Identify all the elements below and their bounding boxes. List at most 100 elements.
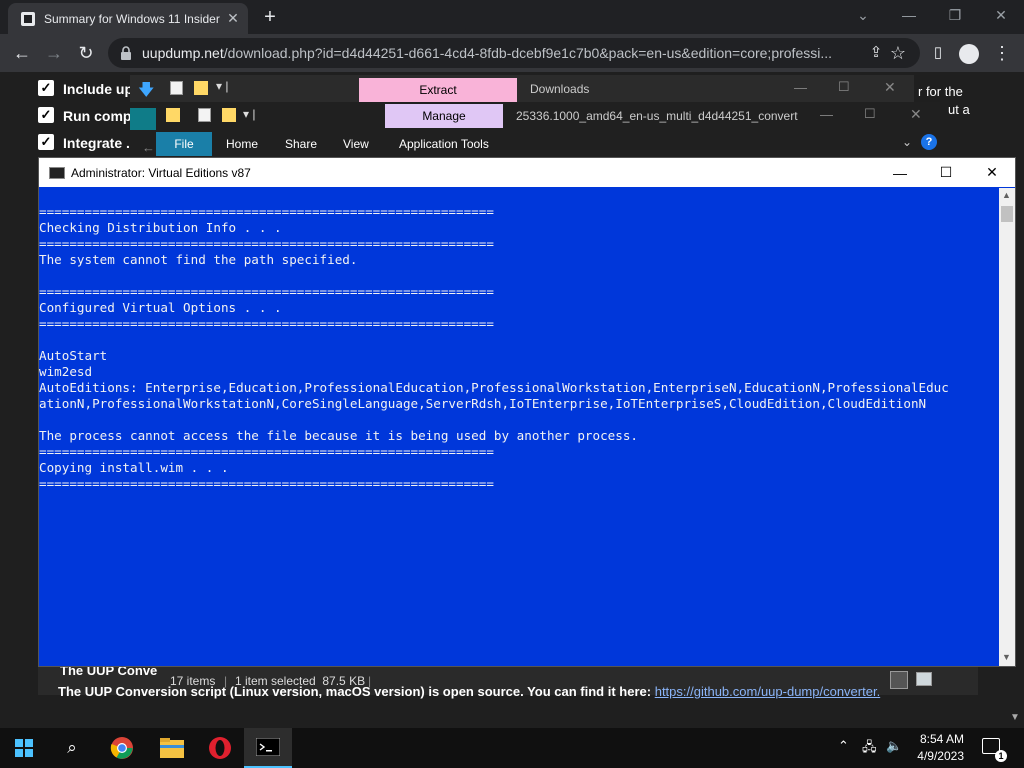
uupdump-favicon-icon [21, 11, 35, 26]
profile-avatar-icon[interactable] [959, 44, 979, 64]
file-explorer-taskbar-icon[interactable] [148, 728, 196, 768]
new-tab-button[interactable]: + [258, 5, 282, 29]
reload-icon[interactable]: ↻ [72, 39, 100, 67]
cmd-minimize-button[interactable]: — [877, 165, 923, 181]
back-arrow-icon[interactable]: ← [8, 39, 36, 67]
page-scroll-down-icon[interactable]: ▼ [1010, 712, 1020, 723]
page-text-fragment: ut a [948, 102, 970, 117]
explorer-window-downloads[interactable]: 🡇 ▾ | Extract Downloads — ☐ ✕ [130, 75, 914, 103]
system-clock[interactable]: 8:54 AM 4/9/2023 [912, 731, 964, 765]
console-line: ========================================… [39, 476, 494, 491]
minimize-button[interactable]: — [886, 0, 932, 30]
console-line: ========================================… [39, 444, 494, 459]
ribbon-tab-file[interactable]: File [156, 132, 212, 156]
scroll-down-icon[interactable]: ▼ [1002, 652, 1011, 662]
bookmark-star-icon[interactable]: ☆ [884, 39, 912, 67]
explorer-side-accent [130, 108, 156, 130]
new-folder-icon[interactable] [222, 108, 236, 122]
run-component-cleanup-label: Run compo [63, 108, 140, 124]
extract-contextual-tab[interactable]: Extract [359, 78, 517, 102]
close-window-button[interactable]: ✕ [978, 0, 1024, 30]
notification-count-badge: 1 [995, 750, 1007, 762]
cmd-app-icon [49, 166, 65, 179]
folder-icon [166, 108, 180, 122]
volume-icon[interactable]: 🔈 [886, 738, 902, 754]
console-line: Checking Distribution Info . . . [39, 220, 282, 235]
clock-date: 4/9/2023 [917, 749, 964, 763]
run-component-cleanup-checkbox[interactable]: ✓ [38, 107, 54, 123]
converter-github-link[interactable]: https://github.com/uup-dump/converter. [655, 684, 880, 699]
manage-tab-label: Manage [422, 109, 466, 123]
integrate-netfx-label: Integrate .N [63, 135, 141, 151]
lock-icon [121, 46, 131, 60]
include-updates-checkbox[interactable]: ✓ [38, 80, 54, 96]
properties-icon[interactable] [198, 108, 211, 122]
page-footer-text: The UUP Conversion script (Linux version… [58, 684, 880, 699]
console-line: Copying install.wim . . . [39, 460, 229, 475]
ribbon-tab-share[interactable]: Share [285, 137, 317, 151]
close-button[interactable]: ✕ [910, 106, 922, 123]
properties-icon[interactable] [170, 81, 183, 95]
console-line: AutoStart [39, 348, 108, 363]
cmd-close-button[interactable]: ✕ [969, 164, 1015, 181]
url-path: /download.php?id=d4d44251-d661-4cd4-8fdb… [223, 45, 833, 61]
search-icon[interactable]: ⌕ [48, 728, 96, 768]
restore-button[interactable]: ❐ [932, 0, 978, 30]
console-line: The process cannot access the file becau… [39, 428, 638, 443]
cmd-taskbar-icon[interactable] [244, 728, 292, 768]
ribbon-tab-home[interactable]: Home [226, 137, 258, 151]
network-icon[interactable]: 🖧 [862, 738, 877, 760]
scrollbar-thumb[interactable] [1001, 206, 1013, 222]
ribbon-tab-application-tools[interactable]: Application Tools [399, 137, 489, 151]
scroll-up-icon[interactable]: ▲ [1002, 190, 1011, 200]
console-output[interactable]: ========================================… [39, 188, 999, 666]
start-button[interactable] [0, 728, 48, 768]
chrome-logo-icon [110, 737, 133, 759]
browser-tab-strip: Summary for Windows 11 Insider ✕ + ⌄ — ❐… [0, 0, 1024, 34]
maximize-button[interactable]: ☐ [838, 79, 850, 95]
cmd-title: Administrator: Virtual Editions v87 [71, 165, 251, 180]
large-icons-view-icon[interactable] [916, 672, 932, 686]
cmd-maximize-button[interactable]: ☐ [923, 164, 969, 181]
side-panel-icon[interactable]: ▯ [924, 39, 952, 67]
console-line: Configured Virtual Options . . . [39, 300, 282, 315]
console-line: ========================================… [39, 284, 494, 299]
chrome-menu-icon[interactable]: ⋮ [988, 39, 1016, 67]
quick-access-dropdown-icon[interactable]: ▾ | [243, 107, 255, 121]
maximize-button[interactable]: ☐ [864, 106, 876, 122]
minimize-button[interactable]: — [820, 107, 833, 122]
tab-title: Summary for Windows 11 Insider [44, 11, 220, 26]
help-icon[interactable]: ? [921, 134, 937, 150]
windows-logo-icon [15, 739, 33, 757]
quick-access-dropdown-icon[interactable]: ▾ | [216, 79, 228, 93]
back-arrow-icon[interactable]: ← [142, 140, 155, 155]
show-hidden-icons-chevron-up-icon[interactable]: ⌃ [838, 738, 849, 754]
page-text-fragment: r for the [918, 84, 963, 99]
integrate-netfx-checkbox[interactable]: ✓ [38, 134, 54, 150]
opera-taskbar-icon[interactable] [196, 728, 244, 768]
browser-toolbar: ← → ↻ uupdump.net/download.php?id=d4d442… [0, 34, 1024, 72]
tab-close-icon[interactable]: ✕ [224, 10, 242, 27]
minimize-button[interactable]: — [794, 80, 807, 95]
close-button[interactable]: ✕ [884, 79, 896, 96]
console-scrollbar[interactable]: ▲ ▼ [999, 188, 1015, 666]
window-title-convert: 25336.1000_amd64_en-us_multi_d4d44251_co… [516, 109, 798, 123]
address-bar[interactable]: uupdump.net/download.php?id=d4d44251-d66… [108, 38, 920, 68]
cmd-window[interactable]: Administrator: Virtual Editions v87 — ☐ … [38, 157, 1016, 667]
taskbar: ⌕ ⌃ 🖧 🔈 8:54 AM 4/9/2023 1 [0, 728, 1024, 768]
manage-contextual-tab[interactable]: Manage [385, 104, 503, 128]
tab-search-chevron-down-icon[interactable]: ⌄ [840, 0, 886, 30]
new-folder-icon[interactable] [194, 81, 208, 95]
ribbon-tab-view[interactable]: View [343, 137, 369, 151]
ribbon-expand-chevron-icon[interactable]: ⌄ [902, 135, 912, 149]
details-view-icon[interactable] [890, 671, 908, 689]
explorer-window-convert[interactable]: ▾ | Manage 25336.1000_amd64_en-us_multi_… [130, 102, 940, 158]
forward-arrow-icon[interactable]: → [40, 39, 68, 67]
chrome-taskbar-icon[interactable] [98, 728, 146, 768]
cmd-titlebar[interactable]: Administrator: Virtual Editions v87 — ☐ … [39, 158, 1015, 187]
browser-tab[interactable]: Summary for Windows 11 Insider ✕ [8, 3, 248, 34]
console-line: The system cannot find the path specifie… [39, 252, 358, 267]
console-line: ========================================… [39, 316, 494, 331]
